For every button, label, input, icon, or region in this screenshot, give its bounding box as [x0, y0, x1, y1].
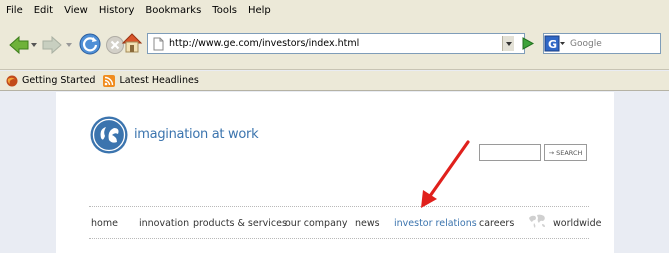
- bookmark-label: Getting Started: [22, 75, 96, 86]
- bookmark-getting-started[interactable]: Getting Started: [6, 75, 95, 87]
- search-engine-selector[interactable]: G: [544, 34, 566, 53]
- ge-page: imagination at work → SEARCH home innova…: [56, 92, 614, 253]
- svg-text:G: G: [548, 38, 557, 51]
- nav-worldwide[interactable]: worldwide: [553, 218, 601, 229]
- menu-file[interactable]: File: [6, 5, 23, 16]
- home-button[interactable]: [121, 32, 143, 54]
- site-search-button[interactable]: → SEARCH: [544, 144, 587, 161]
- forward-button[interactable]: [41, 34, 63, 56]
- bookmark-latest-headlines[interactable]: Latest Headlines: [103, 74, 199, 87]
- navigation-toolbar: http://www.ge.com/investors/index.html G…: [0, 20, 669, 70]
- ge-tagline: imagination at work: [134, 127, 259, 142]
- chevron-down-icon: [506, 42, 512, 46]
- google-g-icon: G: [544, 35, 565, 52]
- back-history-dropdown[interactable]: [31, 42, 37, 48]
- site-search-input[interactable]: [479, 144, 541, 161]
- menu-bar: File Edit View History Bookmarks Tools H…: [0, 0, 669, 20]
- go-button[interactable]: [520, 35, 536, 52]
- menu-view[interactable]: View: [64, 5, 88, 16]
- nav-careers[interactable]: careers: [479, 218, 514, 229]
- nav-divider-top: [89, 206, 589, 207]
- nav-divider-bottom: [89, 238, 589, 239]
- nav-products-services[interactable]: products & services: [193, 218, 287, 229]
- reload-icon: [79, 33, 101, 55]
- firefox-bookmark-icon: [6, 75, 18, 86]
- search-placeholder: Google: [570, 38, 602, 49]
- chevron-down-icon: [66, 43, 72, 47]
- nav-investor-relations[interactable]: investor relations: [394, 218, 477, 229]
- back-arrow-icon: [9, 35, 29, 55]
- url-text: http://www.ge.com/investors/index.html: [169, 38, 360, 49]
- bookmarks-toolbar: Getting Started Latest Headlines: [0, 71, 669, 91]
- back-button[interactable]: [8, 34, 30, 56]
- nav-news[interactable]: news: [355, 218, 380, 229]
- forward-arrow-icon: [42, 35, 62, 55]
- web-search-box[interactable]: G Google: [543, 33, 661, 54]
- rss-feed-icon: [103, 74, 116, 87]
- nav-home[interactable]: home: [91, 218, 118, 229]
- page-viewport: imagination at work → SEARCH home innova…: [0, 92, 669, 253]
- menu-history[interactable]: History: [99, 5, 135, 16]
- nav-our-company[interactable]: our company: [285, 218, 348, 229]
- url-bar[interactable]: http://www.ge.com/investors/index.html: [147, 33, 525, 54]
- menu-help[interactable]: Help: [248, 5, 271, 16]
- nav-innovation[interactable]: innovation: [139, 218, 189, 229]
- menu-tools[interactable]: Tools: [212, 5, 237, 16]
- forward-history-dropdown[interactable]: [66, 42, 72, 48]
- menu-bookmarks[interactable]: Bookmarks: [145, 5, 201, 16]
- page-icon: [153, 37, 164, 50]
- ge-logo-icon: [90, 116, 128, 154]
- menu-edit[interactable]: Edit: [34, 5, 53, 16]
- url-history-dropdown[interactable]: [502, 36, 514, 51]
- home-icon: [121, 33, 143, 53]
- globe-icon: [529, 214, 545, 228]
- reload-button[interactable]: [78, 32, 102, 56]
- go-arrow-icon: [522, 37, 535, 50]
- chevron-down-icon: [31, 43, 37, 47]
- bookmark-label: Latest Headlines: [119, 75, 199, 86]
